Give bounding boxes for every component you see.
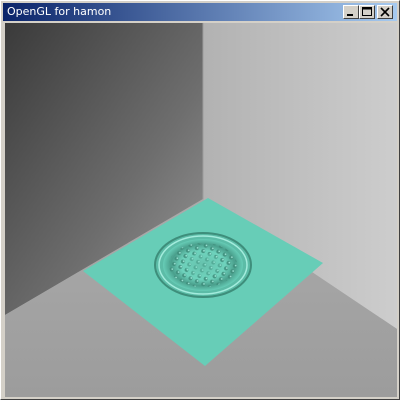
opengl-viewport[interactable]	[5, 23, 397, 397]
ripple-effect	[154, 232, 252, 298]
window-title: OpenGL for hamon	[7, 5, 112, 18]
close-icon	[380, 7, 390, 17]
minimize-icon	[347, 14, 353, 16]
maximize-button[interactable]	[359, 5, 375, 19]
title-bar[interactable]: OpenGL for hamon	[3, 3, 397, 21]
maximize-icon	[362, 7, 372, 16]
minimize-button[interactable]	[343, 5, 359, 19]
close-button[interactable]	[377, 5, 393, 19]
app-window: OpenGL for hamon	[0, 0, 400, 400]
ripple-scene	[5, 23, 397, 397]
